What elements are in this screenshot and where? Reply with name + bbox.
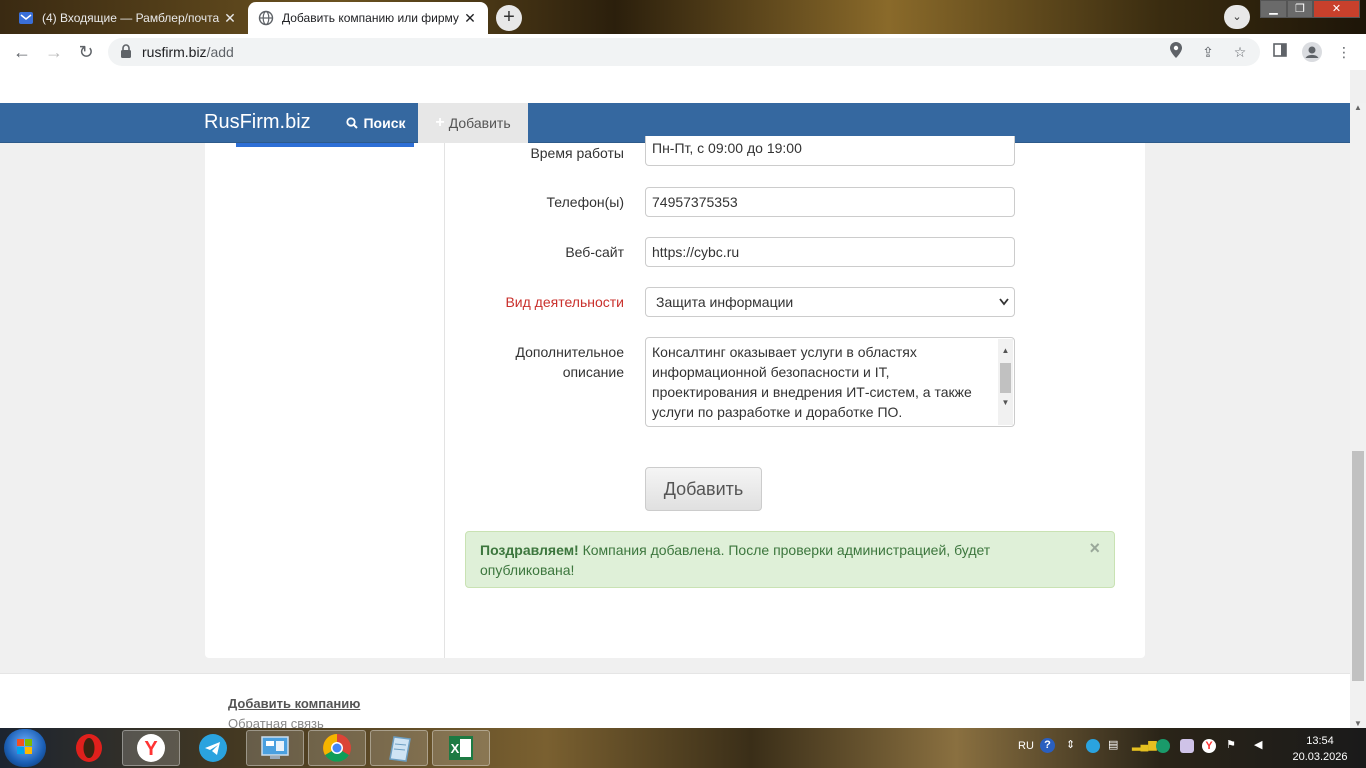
alert-close-icon[interactable]: × (1089, 538, 1100, 558)
hours-input[interactable]: Пн-Пт, с 09:00 до 19:00 (645, 136, 1015, 166)
flag-icon[interactable]: ⚑ (1226, 738, 1236, 751)
clock-time: 13:54 (1306, 735, 1334, 747)
alert-strong: Поздравляем! (480, 542, 579, 558)
help-icon[interactable]: ? (1040, 738, 1055, 753)
start-button[interactable] (4, 729, 46, 767)
scroll-up-arrow-icon[interactable]: ▲ (998, 341, 1013, 361)
browser-tab-bar: (4) Входящие — Рамблер/почта ✕ Добавить … (0, 0, 1366, 34)
tab-title: Добавить компанию или фирму (282, 11, 459, 25)
scroll-up-arrow-icon[interactable]: ▲ (1350, 103, 1366, 112)
site-brand[interactable]: RusFirm.biz (204, 111, 311, 134)
activity-select[interactable]: Защита информации (645, 287, 1015, 317)
system-tray: ? ⇕ ▤ ▂▄▆ Y ⚑ ◀ (1040, 738, 1270, 768)
sidebar-accent (236, 143, 414, 147)
menu-kebab-icon[interactable]: ⋮ (1334, 42, 1354, 62)
chevron-down-icon (998, 288, 1010, 326)
system-clock[interactable]: 13:54 20.03.2026 (1280, 733, 1360, 765)
textarea-line: услуги по разработке и доработке ПО. (652, 404, 903, 420)
language-indicator[interactable]: RU (1018, 740, 1034, 768)
submit-add-button[interactable]: Добавить (645, 467, 762, 511)
signal-bars-icon[interactable]: ▂▄▆ (1132, 738, 1157, 751)
activity-label: Вид деятельности (505, 294, 624, 310)
nav-search-link[interactable]: Поиск (334, 103, 418, 143)
website-label: Веб-сайт (565, 244, 624, 260)
close-icon[interactable]: ✕ (222, 10, 238, 27)
volume-icon[interactable]: ◀ (1254, 738, 1262, 751)
side-panel-icon[interactable] (1270, 42, 1290, 62)
footer-link-add-company[interactable]: Добавить компанию (228, 696, 360, 711)
phone-input[interactable]: 74957375353 (645, 187, 1015, 217)
minimize-button[interactable]: ▁ (1260, 0, 1287, 18)
telegram-tray-icon[interactable] (1086, 739, 1100, 753)
windows-taskbar: Y X RU ? ⇕ ▤ ▂▄▆ Y ⚑ ◀ 13:54 20.03.2026 (0, 728, 1366, 768)
telegram-taskbar-icon[interactable] (184, 730, 242, 766)
phone-label: Телефон(ы) (546, 194, 624, 210)
share-icon[interactable]: ⇪ (1198, 42, 1218, 62)
globe-icon (258, 10, 274, 26)
control-panel-taskbar-icon[interactable] (246, 730, 304, 766)
hours-label: Время работы (530, 145, 624, 161)
page-scrollbar[interactable]: ▲ ▼ (1350, 103, 1366, 728)
textarea-line: проектирования и внедрения ИТ-систем, а … (652, 384, 972, 400)
yandex-tray-icon[interactable]: Y (1202, 739, 1216, 753)
tab-rambler-mail[interactable]: (4) Входящие — Рамблер/почта ✕ (8, 2, 248, 34)
success-alert: Поздравляем! Компания добавлена. После п… (465, 531, 1115, 588)
profile-avatar-icon[interactable] (1302, 42, 1322, 62)
tab-title: (4) Входящие — Рамблер/почта (42, 11, 220, 25)
opera-taskbar-icon[interactable] (60, 730, 118, 766)
back-arrow-icon[interactable]: ← (10, 40, 34, 64)
description-textarea[interactable]: Консалтинг оказывает услуги в областях и… (645, 337, 1015, 427)
site-footer: Добавить компанию Обратная связь (0, 673, 1350, 728)
search-icon (346, 117, 359, 129)
chrome-taskbar-icon[interactable] (308, 730, 366, 766)
forward-arrow-icon[interactable]: → (42, 40, 66, 64)
browser-tray-icon[interactable] (1156, 739, 1170, 753)
svg-text:X: X (451, 741, 460, 756)
new-tab-button[interactable]: + (496, 5, 522, 31)
reload-icon[interactable]: ↻ (74, 40, 98, 64)
website-input[interactable]: https://cybc.ru (645, 237, 1015, 267)
address-bar[interactable]: rusfirm.biz/add (108, 38, 1260, 66)
tab-add-company[interactable]: Добавить компанию или фирму ✕ (248, 2, 488, 34)
description-label-line2: описание (562, 364, 624, 380)
tray-arrows-icon[interactable]: ⇕ (1066, 738, 1075, 751)
tab-search-chevron-icon[interactable]: ⌄ (1224, 5, 1250, 29)
browser-toolbar: ← → ↻ rusfirm.biz/add ⇪ ☆ ⋮ (0, 34, 1366, 70)
yandex-browser-taskbar-icon[interactable]: Y (122, 730, 180, 766)
window-controls: ▁ ❐ ✕ (1260, 0, 1360, 18)
notepad-taskbar-icon[interactable] (370, 730, 428, 766)
location-pin-icon[interactable] (1166, 42, 1186, 62)
nav-add-link[interactable]: + Добавить (418, 103, 528, 143)
scroll-down-arrow-icon[interactable]: ▼ (998, 393, 1013, 413)
textarea-line: Консалтинг оказывает услуги в областях (652, 344, 917, 360)
windows-logo-icon (17, 739, 32, 754)
description-label-line1: Дополнительное (515, 344, 624, 360)
textarea-scrollbar[interactable]: ▲ ▼ (998, 339, 1013, 425)
clock-date: 20.03.2026 (1292, 751, 1348, 763)
app-tray-icon[interactable] (1180, 739, 1194, 753)
footer-link-feedback[interactable]: Обратная связь (228, 716, 324, 728)
lock-icon (120, 44, 132, 62)
maximize-button[interactable]: ❐ (1287, 0, 1313, 18)
close-icon[interactable]: ✕ (462, 10, 478, 27)
mail-icon (18, 10, 34, 26)
scroll-down-arrow-icon[interactable]: ▼ (1350, 719, 1366, 728)
sidebar-divider (444, 143, 445, 658)
page-viewport: RusFirm.biz Поиск + Добавить Пн-Пт, с 09… (0, 70, 1366, 728)
textarea-line: информационной безопасности и IT, (652, 364, 890, 380)
excel-taskbar-icon[interactable]: X (432, 730, 490, 766)
clipboard-tray-icon[interactable]: ▤ (1108, 738, 1118, 751)
window-close-button[interactable]: ✕ (1313, 0, 1360, 18)
svg-text:Y: Y (144, 738, 158, 760)
plus-icon: + (435, 114, 445, 131)
url-text: rusfirm.biz/add (142, 44, 234, 60)
bookmark-star-icon[interactable]: ☆ (1230, 42, 1250, 62)
scrollbar-thumb[interactable] (1352, 451, 1364, 681)
